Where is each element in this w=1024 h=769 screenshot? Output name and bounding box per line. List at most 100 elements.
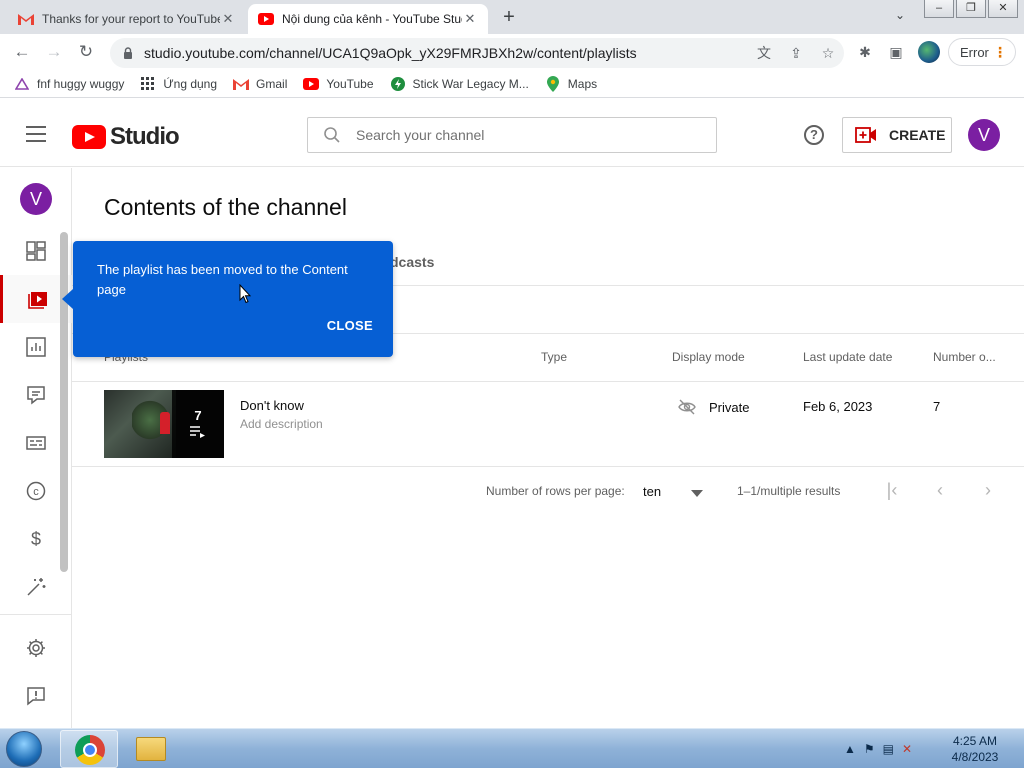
video-count: 7 (194, 408, 202, 423)
green-bolt-icon (390, 76, 406, 92)
bookmark-gmail[interactable]: Gmail (233, 76, 287, 92)
maximize-button[interactable]: ❐ (956, 0, 986, 18)
copyright-icon: c (26, 481, 46, 501)
bookmarks-bar: fnf huggy wuggy Ứng dụng Gmail YouTube S… (0, 70, 1024, 98)
close-tab-icon[interactable]: ✕ (462, 11, 478, 27)
youtube-studio-logo[interactable]: Studio (72, 123, 180, 151)
tooltip-message: The playlist has been moved to the Conte… (97, 262, 348, 297)
url-text: studio.youtube.com/channel/UCA1Q9aOpk_yX… (144, 45, 637, 61)
error-label: Error (960, 44, 989, 60)
browser-profile-avatar[interactable] (918, 41, 940, 63)
chrome-icon (75, 735, 105, 765)
create-label: CREATE (889, 127, 946, 143)
forward-arrow-icon[interactable]: → (44, 42, 64, 62)
taskbar-chrome[interactable] (60, 730, 118, 768)
channel-search-input[interactable]: Search your channel (307, 117, 717, 153)
pagination-range: 1–1/multiple results (737, 484, 841, 498)
nav-send-feedback[interactable] (0, 672, 72, 720)
rows-per-page-select[interactable]: ten (643, 484, 661, 499)
close-tab-icon[interactable]: ✕ (220, 11, 236, 27)
browser-toolbar: ← → ↻ studio.youtube.com/channel/UCA1Q9a… (0, 34, 1024, 70)
subtitles-icon (26, 436, 46, 450)
comments-icon (27, 386, 45, 405)
window-controls: – ❐ ✕ (924, 0, 1018, 18)
dropdown-arrow-icon[interactable] (691, 486, 703, 500)
side-panel-icon[interactable]: ▣ (887, 43, 905, 61)
channel-avatar[interactable]: V (20, 183, 52, 215)
playlist-moved-tooltip: The playlist has been moved to the Conte… (62, 241, 393, 357)
page-title: Contents of the channel (104, 194, 347, 220)
bookmark-star-icon[interactable]: ☆ (812, 45, 844, 62)
bookmark-youtube[interactable]: YouTube (303, 76, 374, 92)
taskbar-explorer[interactable] (122, 730, 180, 768)
tooltip-close-button[interactable]: CLOSE (327, 318, 373, 333)
side-nav-scrollbar[interactable] (60, 232, 68, 572)
youtube-play-icon (72, 125, 106, 149)
visibility-cell[interactable]: Private (678, 399, 749, 415)
logo-text: Studio (110, 123, 180, 150)
browser-tab-youtube-studio[interactable]: Nội dung của kênh - YouTube Studio ✕ (248, 4, 488, 34)
folder-icon (136, 737, 166, 761)
start-button[interactable] (6, 731, 42, 767)
studio-side-nav: V c $ (0, 168, 72, 728)
bookmark-apps[interactable]: Ứng dụng (140, 76, 217, 92)
lock-icon (124, 47, 132, 59)
first-page-icon[interactable]: |‹ (884, 481, 900, 499)
video-camera-plus-icon (855, 127, 876, 143)
action-center-flag-icon[interactable]: ⚑ (864, 742, 875, 756)
clock-time: 4:25 AM (952, 734, 998, 748)
bookmark-maps[interactable]: Maps (545, 75, 597, 92)
tab-search-chevron-icon[interactable]: ⌄ (895, 8, 905, 22)
new-tab-button[interactable]: + (498, 6, 520, 28)
browser-tab-strip: Thanks for your report to YouTube ✕ Nội … (0, 0, 1024, 34)
previous-page-icon[interactable]: ‹ (932, 481, 948, 499)
side-nav-divider (0, 614, 72, 615)
profile-error-button[interactable]: Error ⋮ (948, 38, 1016, 66)
back-arrow-icon[interactable]: ← (12, 42, 32, 62)
volume-muted-icon[interactable]: ✕ (902, 742, 912, 756)
tab-title: Nội dung của kênh - YouTube Studio (282, 12, 462, 26)
playlist-title[interactable]: Don't know (240, 398, 304, 413)
analytics-icon (26, 337, 46, 357)
share-icon[interactable]: ⇪ (780, 45, 812, 62)
close-window-button[interactable]: ✕ (988, 0, 1018, 18)
tab-podcasts[interactable]: dcasts (390, 254, 434, 270)
bookmark-label: Ứng dụng (163, 76, 218, 91)
minimize-button[interactable]: – (924, 0, 954, 18)
translate-icon[interactable]: ⽂ (748, 43, 780, 63)
network-icon[interactable]: ▤ (883, 742, 894, 756)
extensions-puzzle-icon[interactable]: ✱ (856, 43, 874, 61)
playlist-description[interactable]: Add description (240, 417, 323, 431)
account-avatar[interactable]: V (968, 119, 1000, 151)
address-bar[interactable]: studio.youtube.com/channel/UCA1Q9aOpk_yX… (110, 38, 844, 68)
hamburger-menu-icon[interactable] (26, 126, 46, 142)
column-header-type[interactable]: Type (541, 350, 567, 364)
browser-tab-gmail[interactable]: Thanks for your report to YouTube ✕ (8, 4, 246, 34)
create-button[interactable]: CREATE (842, 117, 952, 153)
nav-settings[interactable] (0, 624, 72, 672)
system-clock[interactable]: 4:25 AM 4/8/2023 (942, 733, 1008, 765)
clock-date: 4/8/2023 (951, 750, 999, 764)
svg-text:c: c (33, 486, 39, 498)
gmail-icon (18, 11, 34, 27)
column-header-number[interactable]: Number o... (933, 350, 996, 364)
bookmark-fnf[interactable]: fnf huggy wuggy (14, 76, 124, 92)
column-header-last-update[interactable]: Last update date (803, 350, 892, 364)
playlist-count-overlay: 7 (172, 390, 224, 458)
table-row[interactable]: 7 Don't know Add description Private Feb… (72, 382, 1024, 466)
visibility-label: Private (709, 399, 750, 415)
show-hidden-icons-icon[interactable]: ▲ (844, 742, 856, 756)
column-header-display-mode[interactable]: Display mode (672, 350, 745, 364)
playlist-thumbnail[interactable]: 7 (104, 390, 224, 458)
apps-grid-icon (140, 76, 156, 92)
reload-icon[interactable]: ↻ (76, 42, 96, 62)
help-icon[interactable]: ? (804, 125, 824, 145)
magic-wand-icon (27, 578, 46, 596)
system-tray: ▲ ⚑ ▤ ✕ (844, 729, 912, 769)
gear-icon (27, 639, 45, 657)
playlist-icon (190, 426, 205, 438)
eye-off-icon (678, 399, 696, 415)
bookmark-stick-war[interactable]: Stick War Legacy M... (390, 76, 529, 92)
next-page-icon[interactable]: › (980, 481, 996, 499)
tab-title: Thanks for your report to YouTube (42, 12, 220, 26)
